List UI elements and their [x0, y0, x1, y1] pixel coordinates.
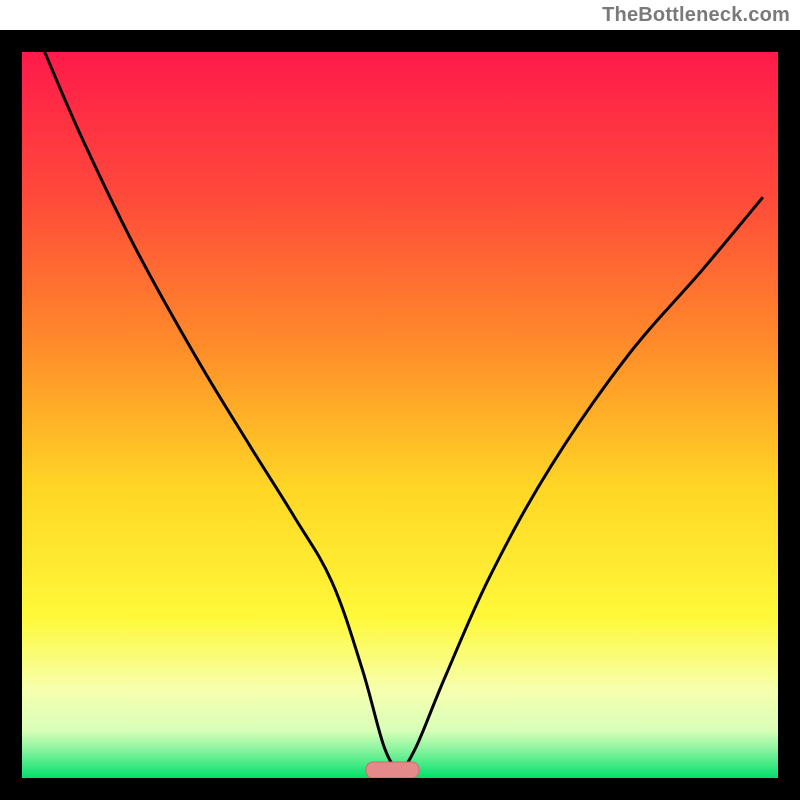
plot-area — [22, 52, 778, 778]
optimal-marker — [366, 762, 419, 778]
chart-container: TheBottleneck.com — [0, 0, 800, 800]
gradient-background — [22, 52, 778, 778]
bottleneck-chart — [0, 0, 800, 800]
attribution-label: TheBottleneck.com — [602, 4, 790, 27]
